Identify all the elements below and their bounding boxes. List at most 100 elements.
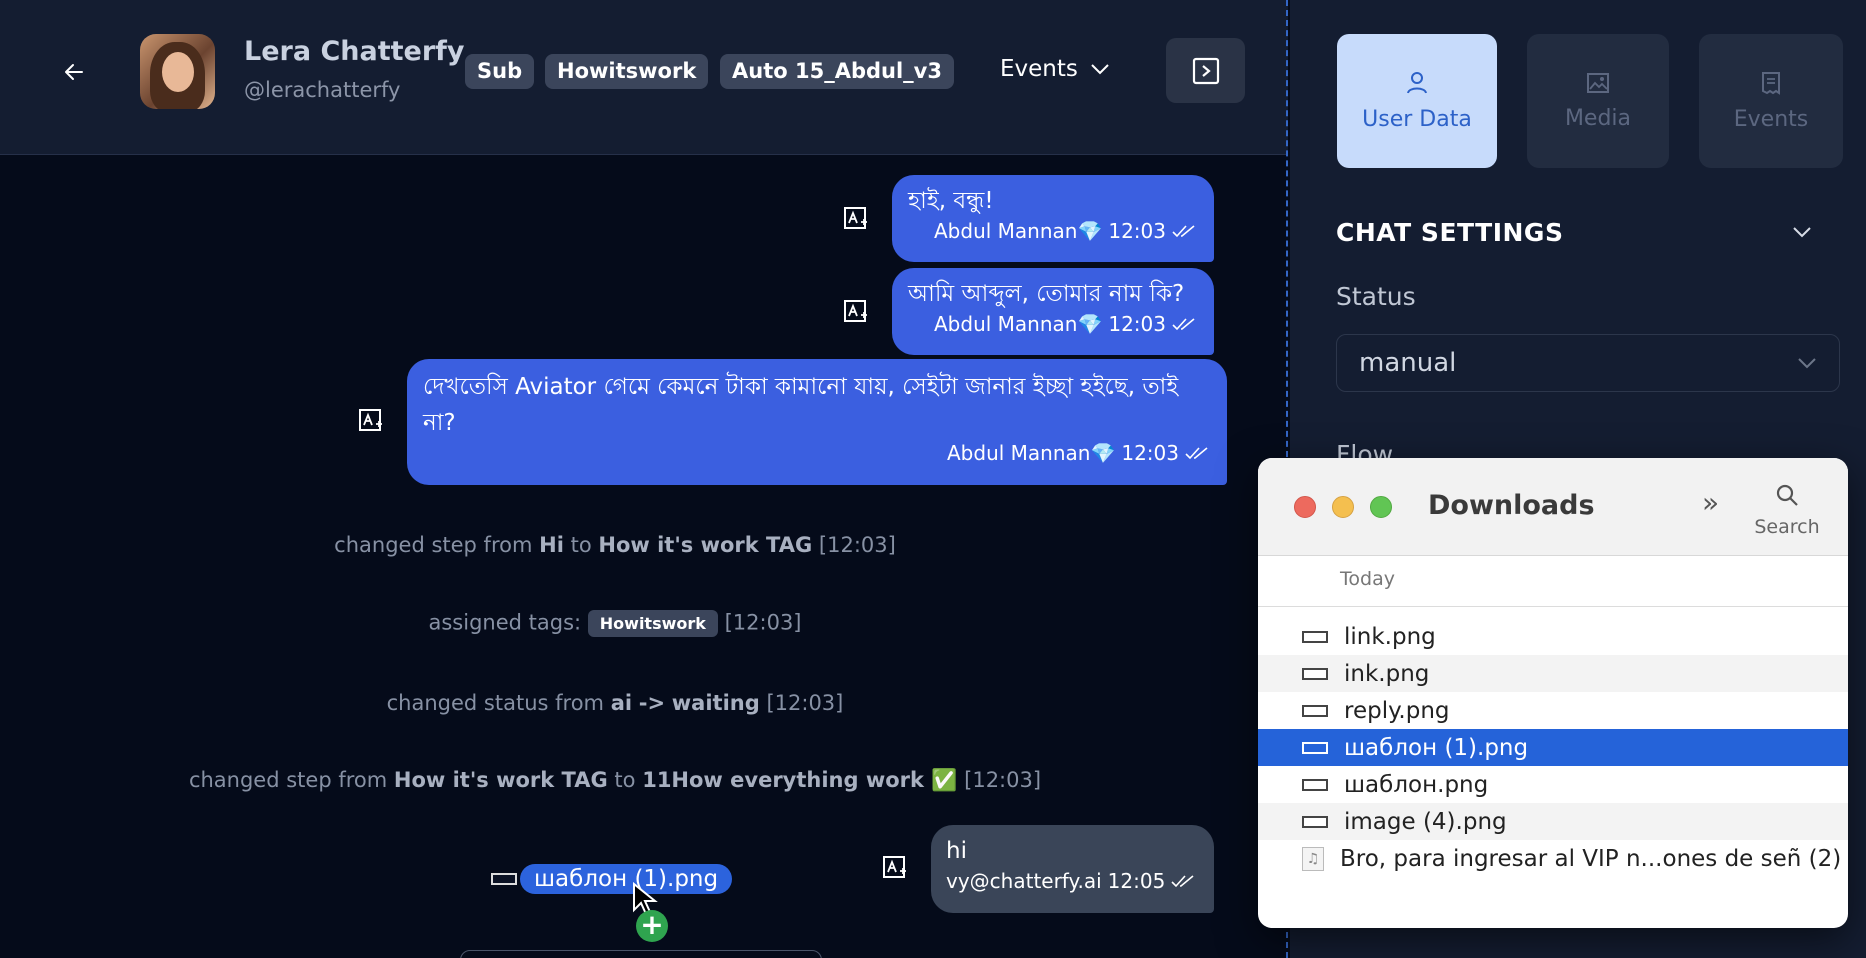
event-time: [12:03]: [818, 533, 896, 557]
tag-sub[interactable]: Sub: [465, 54, 535, 89]
double-check-icon: [1172, 318, 1195, 331]
file-icon: [1302, 741, 1328, 754]
translate-icon[interactable]: [843, 299, 869, 325]
message-meta: Abdul Mannan💎 12:03: [908, 312, 1198, 336]
image-icon: [1587, 72, 1609, 93]
tag-howitswork[interactable]: Howitswork: [545, 54, 709, 89]
file-row[interactable]: image (4).png: [1258, 803, 1848, 840]
event-text: changed step from: [334, 533, 533, 557]
avatar[interactable]: [140, 34, 215, 109]
event-to: How it's work TAG: [598, 533, 813, 557]
more-toolbar-icon[interactable]: »: [1702, 486, 1719, 519]
finder-title: Downloads: [1428, 490, 1595, 521]
file-name: reply.png: [1344, 697, 1450, 724]
event-text: to: [570, 533, 592, 557]
message-input[interactable]: [460, 950, 822, 958]
file-row[interactable]: ink.png: [1258, 655, 1848, 692]
message-text: hi: [946, 838, 967, 864]
double-check-icon: [1171, 875, 1194, 888]
section-header: Today: [1340, 568, 1395, 590]
file-icon: [1302, 667, 1328, 680]
event-time: [12:03]: [964, 768, 1042, 792]
event-time: [12:03]: [766, 691, 844, 715]
double-check-icon: [1185, 447, 1208, 460]
chat-panel: Lera Chatterfy @lerachatterfy Sub Howits…: [0, 0, 1288, 958]
event-from: ai: [610, 691, 633, 715]
back-button[interactable]: [56, 54, 92, 90]
chevron-down-icon[interactable]: [1790, 220, 1814, 244]
message-time: 12:03: [1108, 219, 1166, 243]
event-from: Hi: [539, 533, 564, 557]
message-time: 12:03: [1121, 441, 1179, 465]
file-name: ink.png: [1344, 660, 1430, 687]
translate-icon[interactable]: [843, 206, 869, 232]
receipt-icon: [1762, 71, 1780, 95]
message-meta: Abdul Mannan💎 12:03: [908, 219, 1198, 243]
file-row[interactable]: шаблон.png: [1258, 766, 1848, 803]
translate-icon[interactable]: [882, 855, 908, 881]
chat-header: Lera Chatterfy @lerachatterfy Sub Howits…: [0, 0, 1288, 155]
message-text: হাই, বন্ধু!: [908, 188, 994, 214]
tab-media[interactable]: Media: [1527, 34, 1669, 168]
tag-auto[interactable]: Auto 15_Abdul_v3: [720, 54, 954, 89]
downloads-window: Downloads » Search Today link.png ink.pn…: [1258, 458, 1848, 928]
status-select[interactable]: manual: [1336, 334, 1840, 392]
close-window-button[interactable]: [1294, 496, 1316, 518]
message-time: 12:05: [1107, 869, 1166, 893]
file-row[interactable]: ♫ Bro, para ingresar al VIP n...ones de s…: [1258, 840, 1848, 877]
file-name: image (4).png: [1344, 808, 1507, 835]
file-row[interactable]: link.png: [1258, 618, 1848, 655]
tab-label: Media: [1564, 105, 1632, 131]
message-bubble[interactable]: হাই, বন্ধু! Abdul Mannan💎 12:03: [892, 175, 1214, 262]
double-check-icon: [1172, 225, 1195, 238]
system-event-tags: assigned tags: Howitswork [12:03]: [0, 610, 1230, 637]
toggle-panel-button[interactable]: [1166, 38, 1245, 103]
file-icon: [1302, 704, 1328, 717]
user-name: Lera Chatterfy: [244, 36, 465, 67]
dragged-file[interactable]: шаблон (1).png: [520, 864, 733, 894]
event-text: to: [614, 768, 636, 792]
message-bubble[interactable]: আমি আব্দুল, তোমার নাম কি? Abdul Mannan💎 …: [892, 268, 1214, 355]
system-event-status: changed status from ai -> waiting [12:03…: [0, 691, 1230, 715]
status-label: Status: [1336, 282, 1416, 311]
sender-name: Abdul Mannan💎: [947, 441, 1116, 465]
search-icon: [1776, 484, 1798, 506]
search-button[interactable]: Search: [1752, 482, 1822, 538]
message-bubble[interactable]: দেখতেসি Aviator গেমে কেমনে টাকা কামানো য…: [407, 359, 1227, 485]
panel-toggle-icon: [1192, 57, 1219, 84]
event-time: [12:03]: [724, 610, 802, 635]
message-bubble[interactable]: hi vy@chatterfy.ai 12:05: [931, 825, 1214, 913]
file-name: шаблон.png: [1344, 771, 1489, 798]
event-from: How it's work TAG: [393, 768, 608, 792]
chevron-down-icon: [1091, 64, 1109, 75]
file-row[interactable]: reply.png: [1258, 692, 1848, 729]
dragged-file-icon: [491, 873, 517, 885]
user-handle: @lerachatterfy: [244, 78, 401, 102]
sender-name: vy@chatterfy.ai: [946, 869, 1102, 893]
system-event-step: changed step from How it's work TAG to 1…: [0, 768, 1230, 793]
minimize-window-button[interactable]: [1332, 496, 1354, 518]
message-meta: Abdul Mannan💎 12:03: [423, 441, 1211, 465]
tab-events[interactable]: Events: [1699, 34, 1843, 168]
copy-plus-icon: +: [636, 910, 668, 942]
chat-settings-title: CHAT SETTINGS: [1336, 218, 1564, 247]
event-text: changed step from: [188, 768, 388, 792]
events-dropdown[interactable]: Events: [1000, 56, 1110, 82]
file-icon: [1302, 630, 1328, 643]
tab-user-data[interactable]: User Data: [1337, 34, 1497, 168]
event-tag: Howitswork: [587, 610, 718, 637]
file-name: Bro, para ingresar al VIP n...ones de se…: [1340, 845, 1848, 872]
finder-toolbar: Downloads » Search: [1258, 458, 1848, 556]
system-event-step: changed step from Hi to How it's work TA…: [0, 533, 1230, 557]
status-value: manual: [1359, 348, 1457, 378]
events-dropdown-label: Events: [1000, 56, 1078, 82]
chevron-down-icon: [1798, 358, 1816, 369]
message-text: দেখতেসি Aviator গেমে কেমনে টাকা কামানো য…: [423, 374, 1179, 436]
translate-icon[interactable]: [358, 408, 384, 434]
divider: [1258, 606, 1848, 607]
zoom-window-button[interactable]: [1370, 496, 1392, 518]
file-row-selected[interactable]: шаблон (1).png: [1258, 729, 1848, 766]
file-name: шаблон (1).png: [1344, 734, 1529, 761]
audio-file-icon: ♫: [1302, 846, 1324, 871]
event-text: assigned tags:: [428, 610, 582, 635]
